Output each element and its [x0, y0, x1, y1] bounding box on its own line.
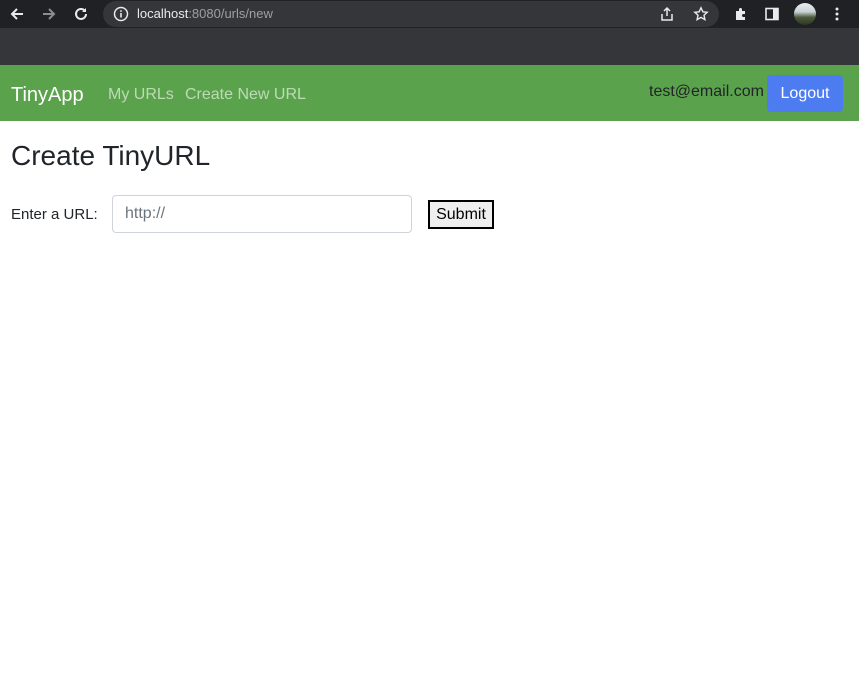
- url-host: localhost: [137, 6, 189, 21]
- url-text: localhost:8080/urls/new: [137, 6, 273, 22]
- logout-button[interactable]: Logout: [767, 75, 843, 112]
- address-bar[interactable]: localhost:8080/urls/new: [103, 1, 719, 27]
- page-title: Create TinyURL: [11, 140, 211, 171]
- url-label: Enter a URL:: [11, 206, 98, 223]
- nav-link-create-new-url[interactable]: Create New URL: [185, 85, 306, 105]
- url-input[interactable]: [112, 195, 412, 233]
- user-email: test@email.com: [649, 83, 764, 100]
- bookmarks-bar: [0, 28, 859, 65]
- share-icon[interactable]: [656, 3, 678, 25]
- profile-avatar[interactable]: [794, 3, 816, 25]
- info-icon[interactable]: [113, 6, 129, 22]
- side-panel-icon[interactable]: [761, 3, 783, 25]
- nav-link-my-urls[interactable]: My URLs: [108, 85, 174, 105]
- submit-button[interactable]: Submit: [428, 200, 494, 229]
- url-path: :8080/urls/new: [188, 6, 273, 21]
- browser-toolbar: localhost:8080/urls/new: [0, 0, 859, 28]
- app-navbar: TinyApp My URLs Create New URL test@emai…: [0, 65, 859, 121]
- reload-icon[interactable]: [70, 3, 92, 25]
- kebab-menu-icon[interactable]: [826, 3, 848, 25]
- star-icon[interactable]: [690, 3, 712, 25]
- brand-link[interactable]: TinyApp: [11, 83, 84, 107]
- extensions-icon[interactable]: [730, 3, 752, 25]
- back-arrow-icon[interactable]: [6, 3, 28, 25]
- forward-arrow-icon[interactable]: [38, 3, 60, 25]
